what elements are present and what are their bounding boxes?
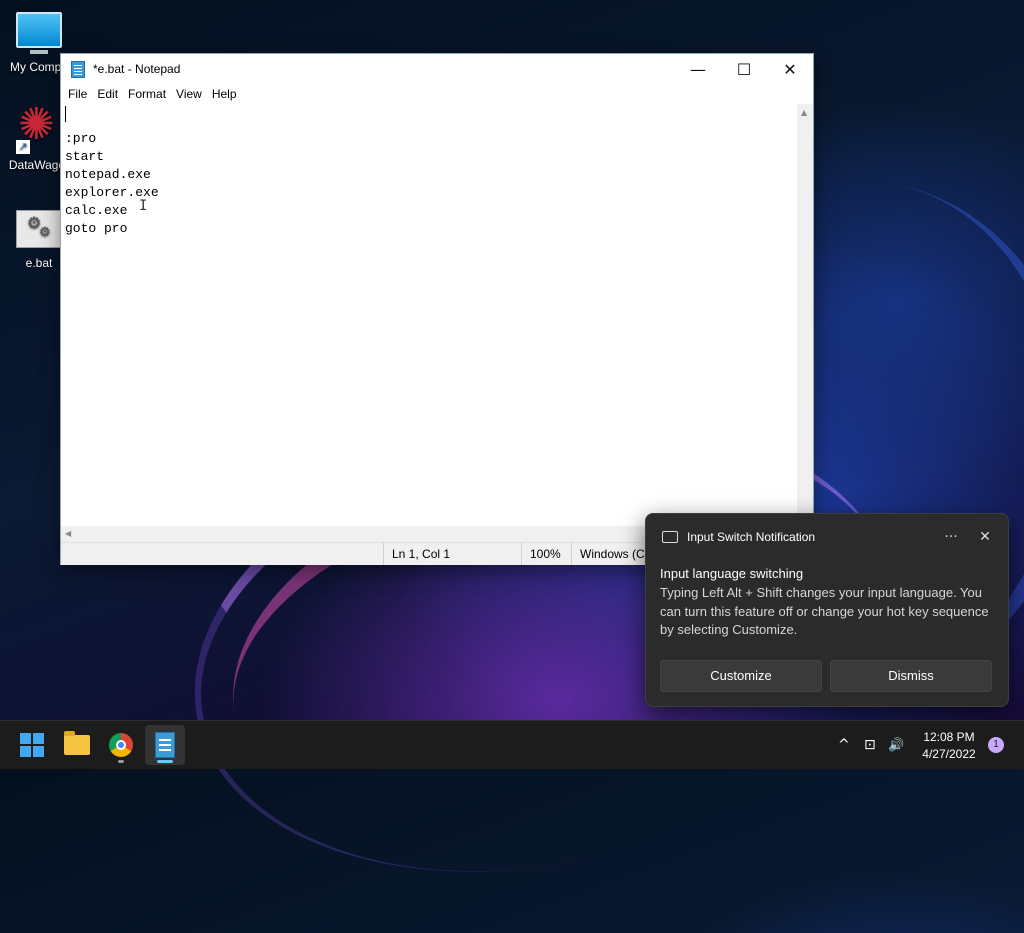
maximize-button[interactable]: ☐ <box>721 54 767 84</box>
cursor-position: Ln 1, Col 1 <box>383 543 521 565</box>
taskbar: ^ ⊡ 🔊 12:08 PM 4/27/2022 1 <box>0 720 1024 769</box>
minimize-button[interactable]: — <box>675 54 721 84</box>
more-options-button[interactable]: ··· <box>938 529 964 545</box>
network-icon: ⊡ <box>864 737 876 753</box>
editor-line: calc.exe <box>65 203 128 218</box>
notification-count-badge[interactable]: 1 <box>988 737 1004 753</box>
customize-button[interactable]: Customize <box>660 660 822 692</box>
editor-line: goto pro <box>65 221 128 236</box>
shortcut-arrow-icon: ↗ <box>16 140 30 154</box>
notification-close-button[interactable]: ✕ <box>972 529 998 545</box>
windows-logo-icon <box>20 733 44 757</box>
editor-line: :pro <box>65 131 97 146</box>
editor-line: notepad.exe <box>65 167 151 182</box>
computer-icon <box>16 12 62 54</box>
network-button[interactable]: ⊡ <box>864 721 876 769</box>
dismiss-button[interactable]: Dismiss <box>830 660 992 692</box>
scroll-up-icon[interactable]: ▲ <box>801 108 807 117</box>
notepad-icon <box>155 732 175 758</box>
zoom-level: 100% <box>521 543 571 565</box>
keyboard-icon <box>662 531 678 543</box>
notification-header: Input Switch Notification ··· ✕ <box>662 528 998 546</box>
clock-time: 12:08 PM <box>923 730 975 744</box>
menu-format[interactable]: Format <box>123 87 171 101</box>
scroll-left-icon[interactable]: ◀ <box>65 529 71 538</box>
menu-edit[interactable]: Edit <box>92 87 123 101</box>
menu-file[interactable]: File <box>63 87 92 101</box>
notification-app-name: Input Switch Notification <box>687 530 816 544</box>
active-indicator <box>157 760 173 763</box>
datawagon-icon: ↗ <box>16 102 62 154</box>
start-button[interactable] <box>12 725 52 765</box>
folder-icon <box>64 731 90 755</box>
text-caret <box>65 106 66 122</box>
running-indicator <box>118 760 124 763</box>
notepad-taskbar-button[interactable] <box>145 725 185 765</box>
file-explorer-button[interactable] <box>57 725 97 765</box>
input-switch-notification: Input Switch Notification ··· ✕ Input la… <box>645 513 1009 707</box>
chrome-button[interactable] <box>101 725 141 765</box>
menu-bar: File Edit Format View Help <box>61 84 813 104</box>
chevron-up-icon: ^ <box>838 737 850 753</box>
text-editor[interactable]: :pro start notepad.exe explorer.exe calc… <box>61 104 797 526</box>
ibeam-cursor-icon: I <box>139 198 148 214</box>
editor-line: explorer.exe <box>65 185 159 200</box>
clock[interactable]: 12:08 PM 4/27/2022 <box>914 729 984 763</box>
volume-icon: 🔊 <box>888 737 905 753</box>
batch-file-icon: ⚙ ⚙ <box>16 210 62 248</box>
chrome-icon <box>109 733 133 757</box>
menu-help[interactable]: Help <box>207 87 242 101</box>
title-bar[interactable]: *e.bat - Notepad — ☐ ✕ <box>61 54 813 84</box>
editor-line: start <box>65 149 105 164</box>
notepad-window: *e.bat - Notepad — ☐ ✕ File Edit Format … <box>60 53 814 565</box>
clock-date: 4/27/2022 <box>922 747 976 761</box>
notification-title: Input language switching <box>660 566 804 581</box>
window-title: *e.bat - Notepad <box>93 62 181 76</box>
notepad-icon <box>71 60 85 78</box>
menu-view[interactable]: View <box>171 87 207 101</box>
close-button[interactable]: ✕ <box>767 54 813 84</box>
vertical-scrollbar[interactable]: ▲ <box>797 104 813 526</box>
notification-body: Typing Left Alt + Shift changes your inp… <box>660 585 989 637</box>
volume-button[interactable]: 🔊 <box>888 721 904 769</box>
show-hidden-icons-button[interactable]: ^ <box>838 721 850 769</box>
